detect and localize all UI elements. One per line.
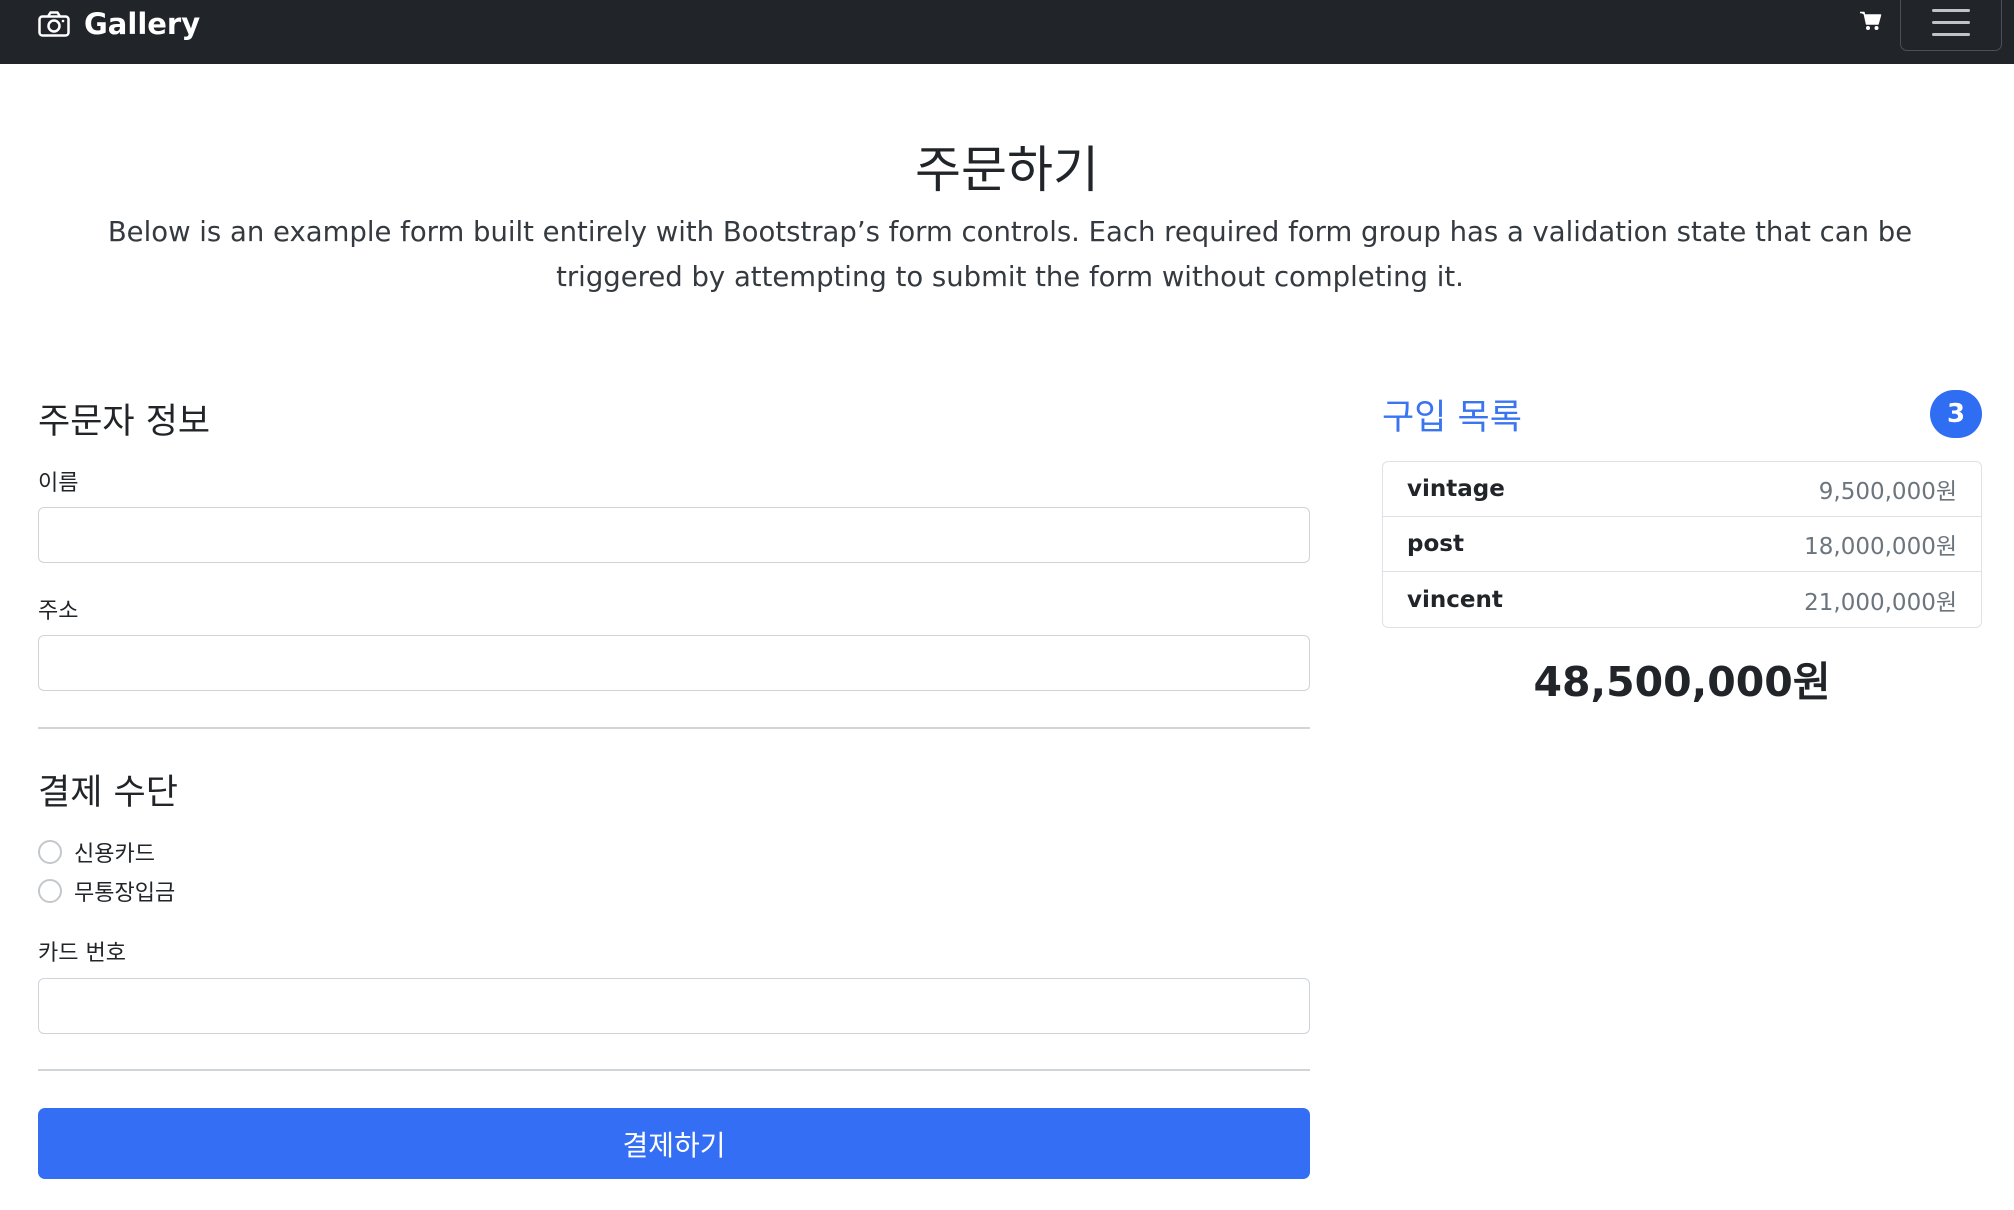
pay-button[interactable]: 결제하기 — [38, 1108, 1310, 1179]
navbar: Gallery — [0, 0, 2014, 64]
address-input[interactable] — [38, 635, 1310, 691]
radio-label: 무통장입금 — [74, 881, 176, 906]
name-input[interactable] — [38, 507, 1310, 563]
hamburger-menu-icon — [1932, 9, 1970, 12]
item-name: post — [1407, 531, 1464, 557]
item-name: vincent — [1407, 586, 1503, 613]
radio-credit-card[interactable]: 신용카드 — [38, 836, 155, 868]
page-title: 주문하기 — [915, 141, 1099, 199]
cart-count-badge: 3 — [1930, 390, 1982, 438]
list-item: vintage 9,500,000원 — [1383, 462, 1981, 517]
brand-link[interactable]: Gallery — [38, 0, 200, 48]
card-number-label: 카드 번호 — [38, 941, 126, 966]
payment-method-heading: 결제 수단 — [38, 773, 178, 813]
address-label: 주소 — [38, 599, 79, 624]
item-price: 21,000,000원 — [1804, 589, 1957, 616]
card-number-input[interactable] — [38, 978, 1310, 1034]
cart-item-list: vintage 9,500,000원 post 18,000,000원 vinc… — [1382, 461, 1982, 628]
list-item: post 18,000,000원 — [1383, 517, 1981, 572]
radio-button[interactable] — [38, 840, 62, 864]
cart-title: 구입 목록 — [1382, 398, 1522, 438]
item-name: vintage — [1407, 476, 1505, 502]
cart-button[interactable] — [1858, 10, 1884, 36]
camera-icon — [38, 11, 70, 37]
brand-name: Gallery — [84, 7, 201, 41]
cart-total: 48,500,000원 — [1533, 658, 1831, 706]
item-price: 9,500,000원 — [1818, 479, 1957, 505]
cart-icon — [1860, 11, 1882, 35]
item-price: 18,000,000원 — [1804, 534, 1957, 560]
radio-button[interactable] — [38, 879, 62, 903]
list-item: vincent 21,000,000원 — [1383, 572, 1981, 627]
radio-bank-transfer[interactable]: 무통장입금 — [38, 875, 175, 907]
page-description: Below is an example form built entirely … — [107, 216, 1913, 293]
name-label: 이름 — [38, 471, 79, 496]
divider — [38, 727, 1310, 729]
orderer-info-heading: 주문자 정보 — [38, 402, 211, 442]
divider — [38, 1069, 1310, 1071]
navbar-toggle-button[interactable] — [1900, 0, 2002, 51]
radio-label: 신용카드 — [74, 842, 155, 867]
